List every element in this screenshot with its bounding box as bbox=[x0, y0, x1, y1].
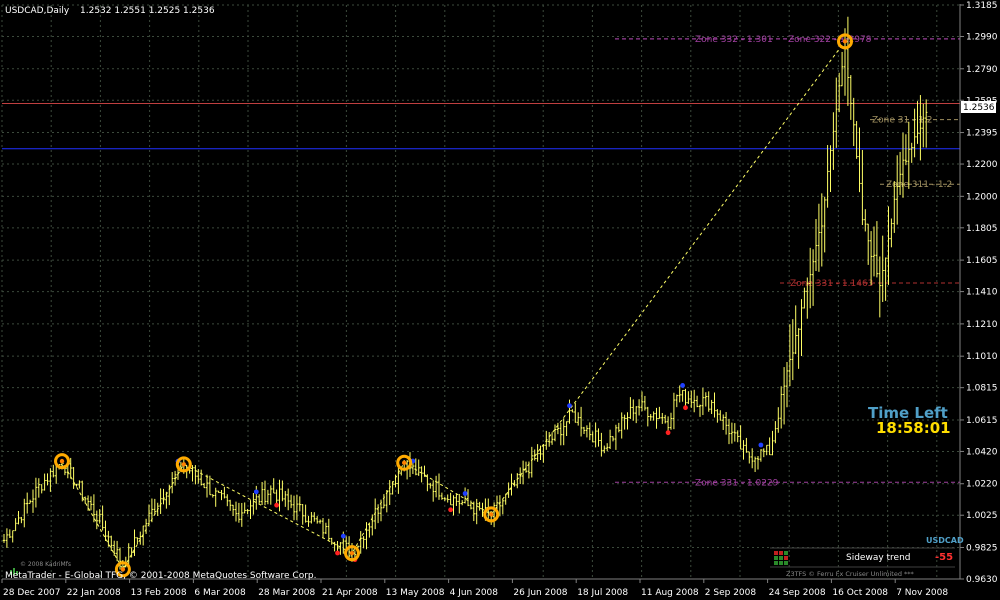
zone-label-0: Zone 332 - 1.301 bbox=[695, 35, 773, 45]
x-tick-label: 11 Aug 2008 bbox=[641, 588, 699, 598]
y-tick-label: 1.2790 bbox=[966, 65, 998, 75]
zone-label-5: Zone 331 - 1.0229 bbox=[695, 478, 779, 488]
fractal-high-dot bbox=[567, 403, 572, 409]
x-tick-label: 26 Jun 2008 bbox=[513, 588, 567, 598]
y-tick-label: 1.0420 bbox=[966, 447, 998, 457]
x-tick-label: 16 Oct 2008 bbox=[832, 588, 888, 598]
fractal-high-dot bbox=[253, 489, 259, 495]
y-tick-label: 1.1210 bbox=[966, 320, 998, 330]
y-tick-label: 1.1605 bbox=[966, 256, 998, 266]
pivot-center bbox=[59, 458, 65, 464]
fractal-high-dot bbox=[462, 491, 468, 496]
panel-trend-label: Sideway trend bbox=[846, 553, 911, 563]
x-tick-label: 4 Jun 2008 bbox=[450, 588, 499, 598]
x-tick-label: 6 Mar 2008 bbox=[194, 588, 246, 598]
y-tick-label: 1.1410 bbox=[966, 288, 998, 298]
pivot-center bbox=[402, 460, 407, 465]
pivot-center bbox=[489, 512, 494, 517]
y-tick-label: 1.0615 bbox=[966, 416, 998, 426]
fractal-low-dot bbox=[274, 502, 279, 508]
x-tick-label: 13 May 2008 bbox=[386, 588, 445, 598]
fractal-low-dot bbox=[683, 405, 688, 411]
fractal-low-dot bbox=[335, 550, 340, 556]
y-tick-label: 1.0220 bbox=[966, 480, 998, 490]
time-left-value: 18:58:01 bbox=[876, 419, 951, 437]
y-tick-label: 1.1805 bbox=[966, 224, 998, 234]
panel-symbol: USDCAD bbox=[926, 536, 964, 545]
x-tick-label: 28 Mar 2008 bbox=[258, 588, 315, 598]
fractal-high-dot bbox=[680, 383, 685, 388]
y-tick-label: 1.2990 bbox=[966, 32, 998, 42]
fractal-high-dot bbox=[340, 533, 346, 539]
zone-label-3: Zone 311 - 1.2 bbox=[886, 180, 952, 190]
footer-copyright: MetaTrader - E-Global TFG, © 2001-2008 M… bbox=[5, 571, 317, 581]
price-chart[interactable]: Zone 332 - 1.301 Zone 322 - 1.2978 Zone 31… bbox=[0, 0, 1000, 600]
fractal-low-dot bbox=[665, 430, 671, 436]
y-tick-label: 1.1010 bbox=[966, 352, 998, 362]
x-tick-label: 2 Sep 2008 bbox=[705, 588, 757, 598]
x-tick-label: 18 Jul 2008 bbox=[577, 588, 628, 598]
y-tick-label: 1.2000 bbox=[966, 192, 998, 202]
y-tick-label: 1.2395 bbox=[966, 129, 998, 139]
x-tick-label: 13 Feb 2008 bbox=[131, 588, 187, 598]
fractal-low-dot bbox=[448, 507, 453, 513]
y-tick-label: 1.0815 bbox=[966, 384, 998, 394]
x-tick-label: 24 Sep 2008 bbox=[769, 588, 826, 598]
small-credit: © 2008 KadriMfs bbox=[20, 561, 71, 568]
fractal-high-dot bbox=[758, 442, 764, 448]
y-tick-label: 1.3185 bbox=[966, 1, 998, 11]
x-tick-label: 28 Dec 2007 bbox=[3, 588, 61, 598]
y-tick-label: 0.9825 bbox=[966, 544, 998, 554]
x-tick-label: 22 Jan 2008 bbox=[67, 588, 121, 598]
panel-credit: Z3TFS © Ferru Fx Cruiser Unlimited *** bbox=[786, 570, 915, 578]
y-tick-label: 1.2200 bbox=[966, 160, 998, 170]
pivot-center bbox=[349, 550, 355, 556]
pivot-center bbox=[181, 462, 186, 467]
zone-label-1: Zone 322 - 1.2978 bbox=[788, 35, 872, 45]
x-tick-label: 21 Apr 2008 bbox=[322, 588, 378, 598]
zone-label-4: Zone 331 - 1.1463 bbox=[790, 279, 873, 289]
trend-bars-icon bbox=[774, 551, 788, 565]
y-tick-label: 0.9630 bbox=[966, 575, 998, 585]
pivot-center bbox=[842, 39, 848, 44]
current-price-label: 1.2536 bbox=[963, 103, 995, 113]
panel-trend-score: -55 bbox=[935, 552, 953, 563]
chart-ohlc: 1.2532 1.2551 1.2525 1.2536 bbox=[80, 6, 215, 16]
x-tick-label: 7 Nov 2008 bbox=[896, 588, 948, 598]
y-tick-label: 1.0025 bbox=[966, 511, 998, 521]
chart-title: USDCAD,Daily bbox=[5, 6, 70, 16]
